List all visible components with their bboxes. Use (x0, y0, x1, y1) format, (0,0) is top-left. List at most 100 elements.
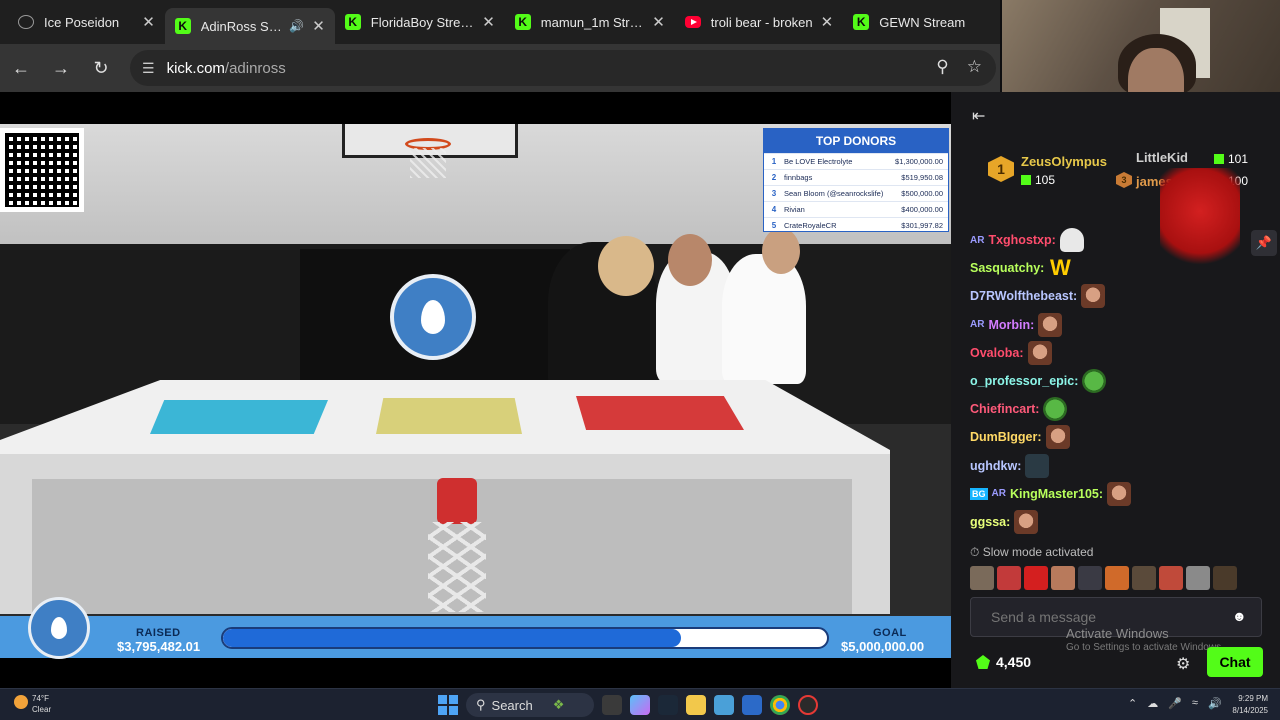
copilot-icon[interactable] (630, 695, 650, 715)
reload-icon[interactable]: ↻ (82, 49, 120, 87)
channel-points[interactable]: 4,450 (976, 654, 1031, 670)
chatter-avatar[interactable] (1159, 566, 1183, 590)
ar-badge-icon: AR (970, 319, 985, 331)
chat-messages: AR Txghostxp: Sasquatchy: W D7RWolfthebe… (970, 226, 1260, 536)
chat-username[interactable]: ughdkw: (970, 459, 1021, 473)
ghost-emote-icon (1059, 228, 1084, 253)
send-chat-button[interactable]: Chat (1207, 647, 1263, 677)
forward-arrow-icon[interactable]: → (42, 49, 80, 87)
donor-row: 5 CrateRoyaleCR $301,997.82 (764, 217, 948, 233)
chatter-avatar[interactable] (1132, 566, 1156, 590)
chat-message: BG AR KingMaster105: (970, 480, 1260, 508)
tab-floridaboy[interactable]: K FloridaBoy Stream ✕ (335, 6, 505, 38)
kick-icon: K (514, 14, 531, 30)
tab-adinross[interactable]: K AdinRoss Stream 🔊 ✕ (164, 8, 335, 44)
url-path: /adinross (224, 59, 286, 77)
donor-rank: 2 (771, 173, 777, 182)
person-2-head (668, 234, 712, 286)
tab-title: mamun_1m Stream (540, 14, 645, 30)
file-explorer-icon[interactable] (686, 695, 706, 715)
mail-icon[interactable] (742, 695, 762, 715)
gear-icon[interactable]: ⚙ (1176, 654, 1190, 674)
zoom-icon[interactable]: ⚲ (936, 57, 948, 77)
tab-troli-bear[interactable]: troli bear - broken ✕ (675, 6, 843, 38)
chevron-up-icon[interactable]: ⌃ (1128, 697, 1137, 710)
chat-username[interactable]: DumBIgger: (970, 430, 1042, 444)
chat-username[interactable]: Txghostxp: (988, 233, 1055, 247)
frog-emote-icon (1043, 397, 1068, 422)
blue-pad (150, 400, 328, 434)
chat-username[interactable]: Chiefincart: (970, 402, 1039, 416)
snail-icon: ⏱ (970, 545, 983, 559)
face-emote-icon (1027, 340, 1052, 365)
leaderboard-count: 101 (1214, 152, 1248, 166)
donor-row: 1 Be LOVE Electrolyte $1,300,000.00 (764, 153, 948, 169)
app-icon[interactable] (798, 695, 818, 715)
site-info-icon[interactable]: ☰ (142, 60, 155, 77)
points-value: 4,450 (996, 654, 1032, 670)
address-bar[interactable]: ☰ kick.com/adinross ⚲ ☆ (130, 50, 996, 86)
tab-title: Ice Poseidon (44, 14, 120, 30)
cloud-icon[interactable]: ☁ (1147, 697, 1158, 710)
chat-username[interactable]: Sasquatchy: (970, 261, 1044, 275)
chat-username[interactable]: Morbin: (988, 318, 1034, 332)
microphone-icon[interactable]: 🎤 (1168, 697, 1182, 710)
chat-username[interactable]: KingMaster105: (1010, 487, 1103, 501)
chat-message: ughdkw: (970, 452, 1260, 480)
tab-title: troli bear - broken (710, 14, 813, 30)
close-icon[interactable]: ✕ (142, 13, 155, 31)
fundraiser-progress-fill (223, 629, 682, 647)
close-icon[interactable]: ✕ (652, 13, 665, 31)
taskbar-clock[interactable]: 9:29 PM 8/14/2025 (1210, 693, 1268, 717)
tab-mamun[interactable]: K mamun_1m Stream ✕ (505, 6, 675, 38)
chatter-avatar[interactable] (970, 566, 994, 590)
chrome-icon[interactable] (770, 695, 790, 715)
globe-icon (18, 15, 34, 29)
task-view-icon[interactable] (602, 695, 622, 715)
close-icon[interactable]: ✕ (312, 17, 325, 35)
speaker-icon[interactable]: 🔊 (289, 19, 304, 33)
mcdonalds-emote-icon: W (1049, 255, 1071, 281)
tab-ice-poseidon[interactable]: Ice Poseidon ✕ (8, 6, 165, 38)
gift-icon (1021, 175, 1031, 185)
person-1-head (598, 236, 654, 296)
leaderboard-name[interactable]: LittleKid (1136, 150, 1188, 165)
donor-amount: $1,300,000.00 (895, 157, 943, 166)
water-drop-icon (421, 300, 445, 334)
emoji-icon[interactable]: ☻ (1232, 608, 1247, 624)
chatter-avatar[interactable] (1078, 566, 1102, 590)
goal-value: $5,000,000.00 (841, 639, 925, 654)
red-cup (437, 478, 477, 524)
chatter-avatar[interactable] (1213, 566, 1237, 590)
chat-username[interactable]: o_professor_epic: (970, 374, 1078, 388)
close-icon[interactable]: ✕ (482, 13, 495, 31)
chat-username[interactable]: Ovaloba: (970, 346, 1024, 360)
qr-code[interactable] (0, 128, 84, 212)
windows-start-icon[interactable] (438, 695, 458, 715)
chatter-avatar[interactable] (1051, 566, 1075, 590)
chat-username[interactable]: D7RWolfthebeast: (970, 289, 1077, 303)
chatter-avatar[interactable] (1186, 566, 1210, 590)
taskbar-search[interactable]: ⚲ Search ❖ (466, 693, 594, 717)
collapse-chat-icon[interactable]: ⇤ (972, 106, 985, 126)
weather-widget[interactable]: 74°F Clear (14, 693, 51, 715)
wifi-icon[interactable]: ≈ (1192, 697, 1198, 710)
tab-gewn[interactable]: K GEWN Stream (843, 6, 1000, 38)
close-icon[interactable]: ✕ (821, 13, 834, 31)
store-icon[interactable] (714, 695, 734, 715)
goal-label: GOAL (873, 627, 907, 639)
chat-username[interactable]: ggssa: (970, 515, 1010, 529)
donor-rank: 4 (771, 205, 777, 214)
donor-name: Sean Bloom (@seanrockslife) (784, 189, 884, 198)
chatter-avatar[interactable] (997, 566, 1021, 590)
bookmark-star-icon[interactable]: ☆ (967, 57, 982, 77)
chat-message: DumBIgger: (970, 423, 1260, 451)
chatter-avatar[interactable] (1105, 566, 1129, 590)
steam-icon[interactable] (658, 695, 678, 715)
leaderboard-name[interactable]: ZeusOlympus (1021, 154, 1107, 169)
chat-message: Ovaloba: (970, 339, 1260, 367)
chat-message: ggssa: (970, 508, 1260, 536)
back-arrow-icon[interactable]: ← (2, 49, 40, 87)
gift-icon (1214, 154, 1224, 164)
chatter-avatar[interactable] (1024, 566, 1048, 590)
